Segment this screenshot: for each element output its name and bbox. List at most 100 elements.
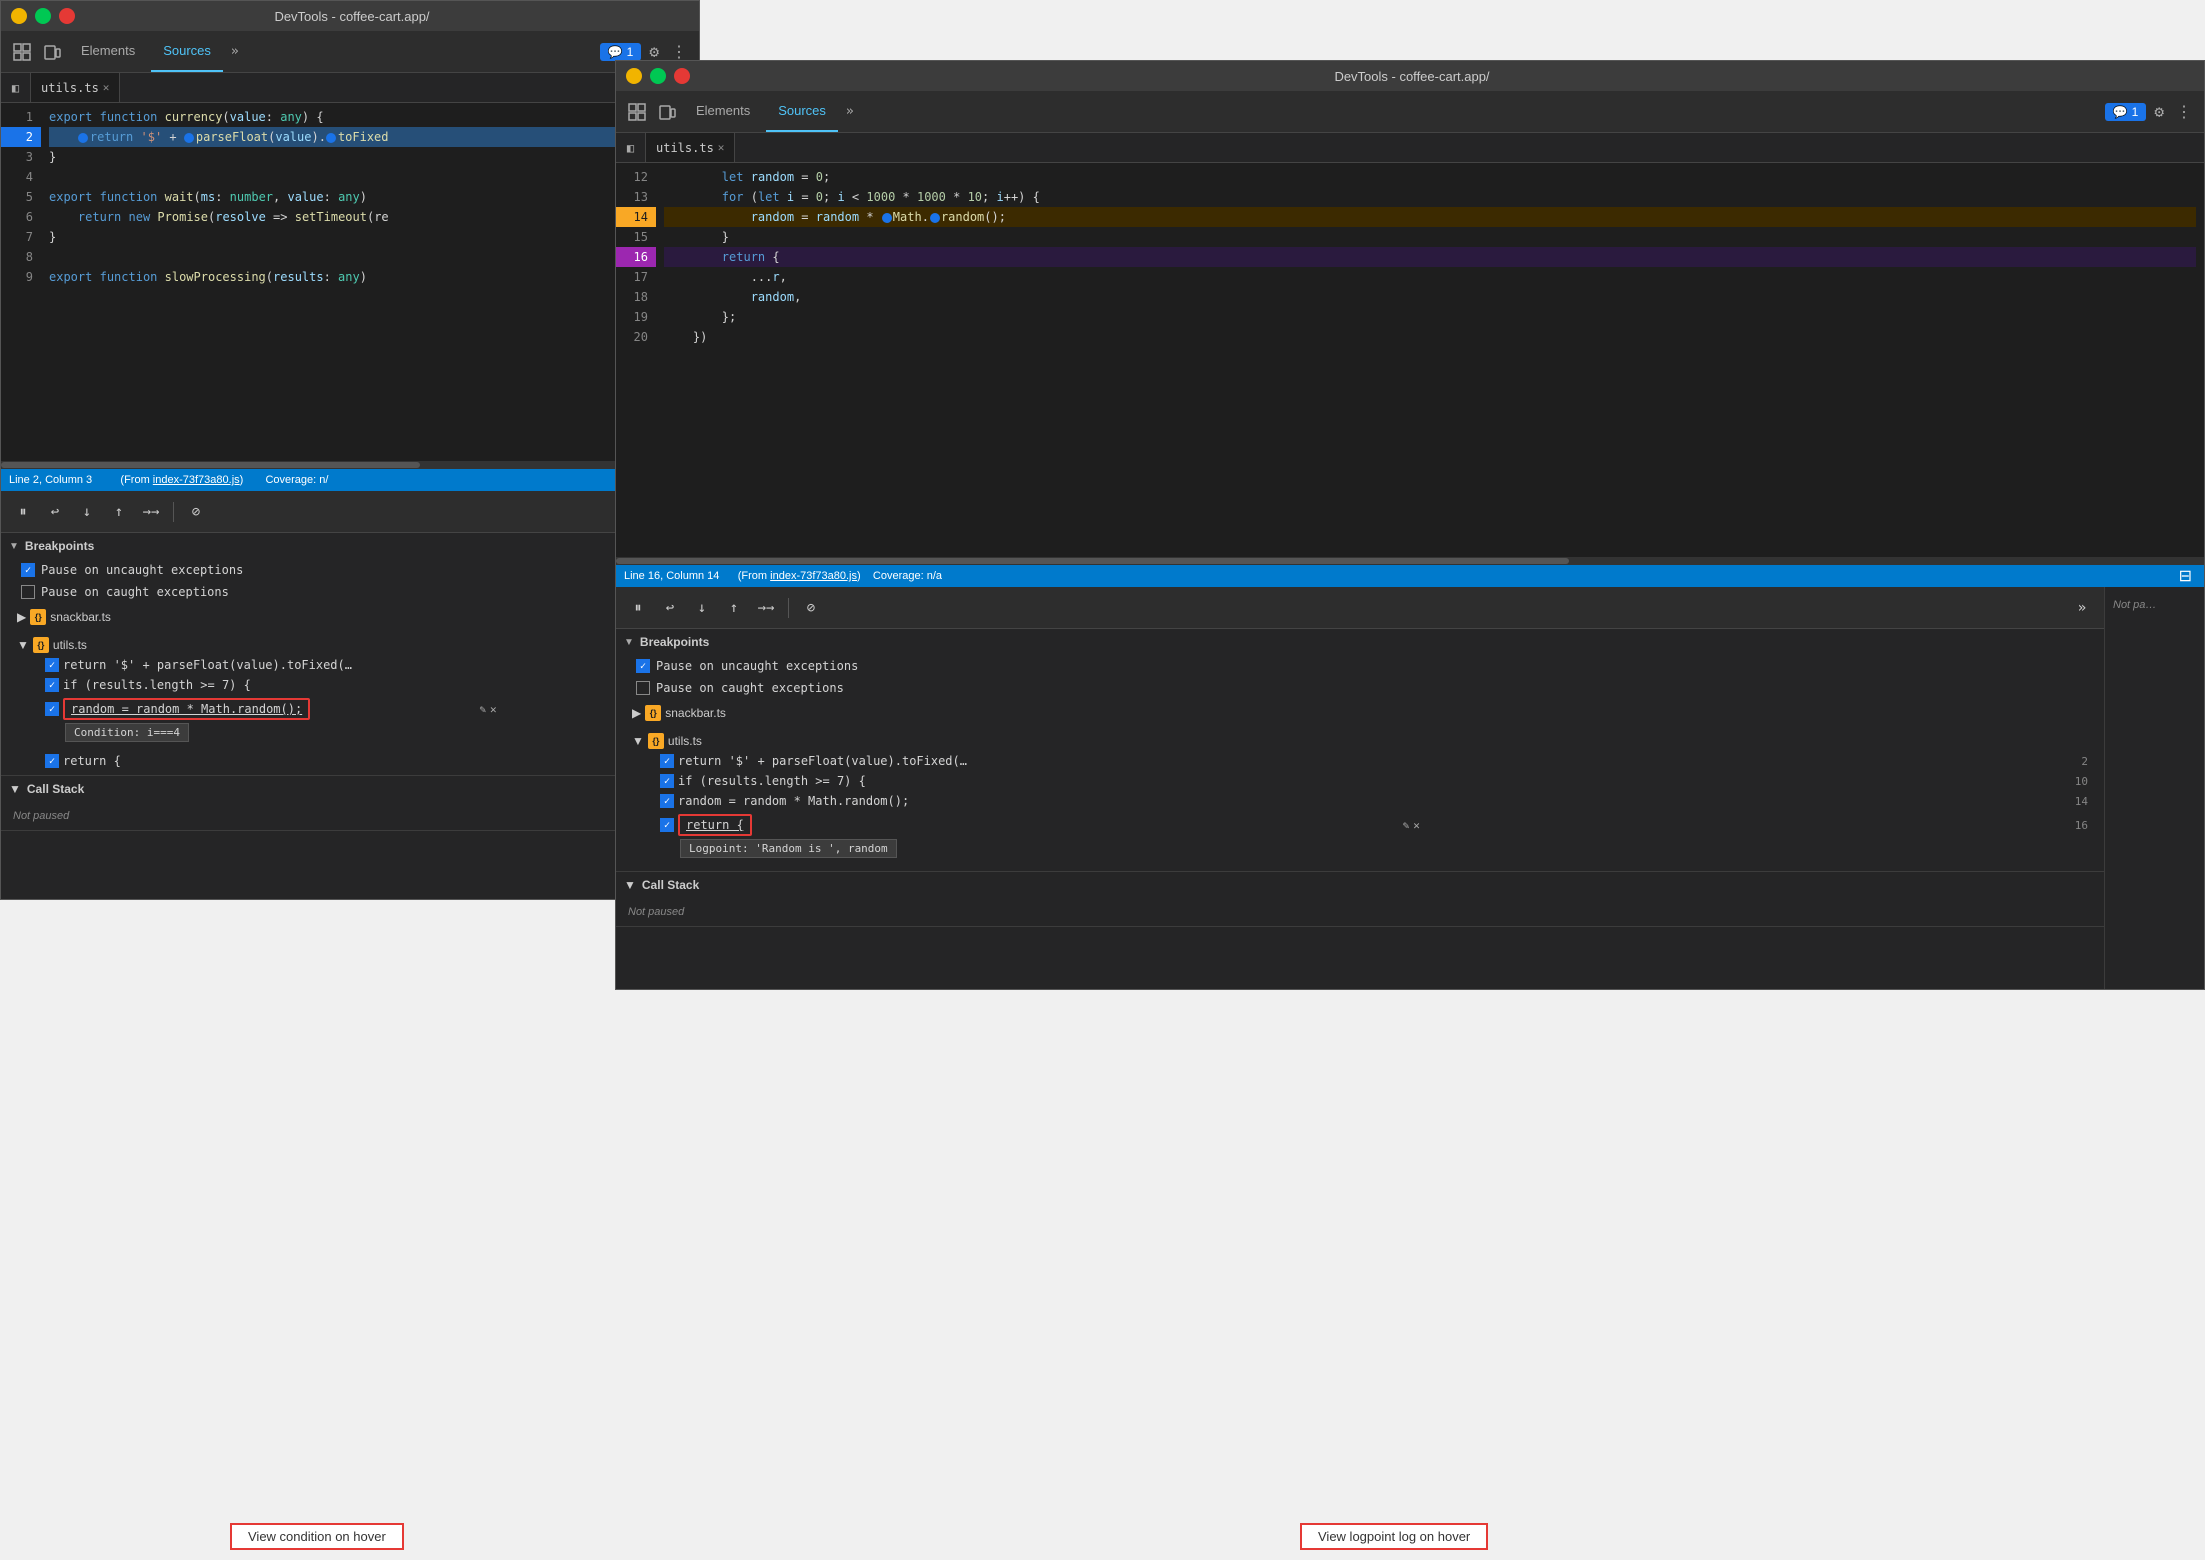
right-step-out-button[interactable]: ↑ (720, 594, 748, 622)
tab-elements[interactable]: Elements (69, 31, 147, 72)
left-status-bar: Line 2, Column 3 (From index-73f73a80.js… (1, 469, 699, 491)
right-tab-elements[interactable]: Elements (684, 91, 762, 132)
tab-sources[interactable]: Sources (151, 31, 223, 72)
right-maximize-button[interactable] (650, 68, 666, 84)
left-sidebar-panel[interactable]: ▼ Breakpoints Pause on uncaught exceptio… (1, 533, 699, 899)
right-edit-bp-icon[interactable]: ✎ (1403, 819, 1410, 832)
deactivate-breakpoints-button[interactable]: ⊘ (182, 498, 210, 526)
right-titlebar: DevTools - coffee-cart.app/ (616, 61, 2204, 91)
right-utils-filename: utils.ts (668, 734, 702, 748)
right-file-tab-utils[interactable]: utils.ts ✕ (646, 133, 735, 162)
pause-uncaught-checkbox[interactable] (21, 563, 35, 577)
snackbar-group-header[interactable]: ▶ {} snackbar.ts (17, 607, 691, 627)
bp-3-checkbox[interactable] (45, 702, 59, 716)
right-tab-sources[interactable]: Sources (766, 91, 838, 132)
right-bp-2-checkbox[interactable] (660, 774, 674, 788)
right-code-line-16: return { (664, 247, 2196, 267)
right-settings-icon[interactable]: ⚙ (2150, 100, 2168, 123)
right-call-stack-header[interactable]: ▼ Call Stack (616, 872, 2104, 898)
code-line-4 (49, 167, 691, 187)
right-snackbar-group-header[interactable]: ▶ {} snackbar.ts (632, 703, 2096, 723)
file-tab-utils[interactable]: utils.ts ✕ (31, 73, 120, 102)
right-bp-2-code: if (results.length >= 7) { (678, 774, 866, 788)
right-debugger-toolbar: ⏸ ↩ ↓ ↑ →→ ⊘ » (616, 587, 2104, 629)
pause-caught-item: Pause on caught exceptions (1, 581, 699, 603)
bp-2-checkbox[interactable] (45, 678, 59, 692)
bp-4-checkbox[interactable] (45, 754, 59, 768)
right-code-line-15: } (664, 227, 2196, 247)
right-bp-3-line: 14 (2075, 795, 2088, 808)
minimize-button[interactable] (11, 8, 27, 24)
edit-bp-icon[interactable]: ✎ (479, 703, 486, 716)
delete-bp-icon[interactable]: ✕ (490, 703, 497, 716)
right-minimize-button[interactable] (626, 68, 642, 84)
more-tabs-icon[interactable]: » (227, 44, 243, 59)
step-out-button[interactable]: ↑ (105, 498, 133, 526)
step-continue-button[interactable]: →→ (137, 498, 165, 526)
snackbar-group: ▶ {} snackbar.ts (1, 603, 699, 631)
close-button[interactable] (59, 8, 75, 24)
cursor-position: Line 2, Column 3 (9, 474, 92, 486)
close-tab-icon[interactable]: ✕ (103, 81, 110, 94)
right-code-content[interactable]: let random = 0; for (let i = 0; i < 1000… (656, 163, 2204, 557)
right-device-icon[interactable] (654, 99, 680, 125)
right-close-tab-icon[interactable]: ✕ (718, 141, 725, 154)
right-deactivate-bp-button[interactable]: ⊘ (797, 594, 825, 622)
right-code-line-19: }; (664, 307, 2196, 327)
right-utils-group-header[interactable]: ▼ {} utils.ts (632, 731, 2096, 751)
right-sidebar-panel[interactable]: ▼ Breakpoints Pause on uncaught exceptio… (616, 629, 2104, 989)
right-bp-4-line: 16 (2075, 819, 2088, 832)
left-tab-bar: Elements Sources » 💬 1 ⚙ ⋮ (1, 31, 699, 73)
call-stack-expand-icon: ▼ (9, 782, 21, 796)
code-line-3: } (49, 147, 691, 167)
right-chat-badge-button[interactable]: 💬 1 (2105, 103, 2147, 121)
chat-badge-button[interactable]: 💬 1 (600, 43, 642, 61)
inspect-icon[interactable] (9, 39, 35, 65)
right-breakpoints-header[interactable]: ▼ Breakpoints (616, 629, 2104, 655)
sidebar-toggle-icon[interactable]: ◧ (1, 73, 31, 103)
right-step-continue-button[interactable]: →→ (752, 594, 780, 622)
right-close-button[interactable] (674, 68, 690, 84)
right-dock-icon[interactable]: ⊟ (2175, 564, 2196, 588)
coverage-info: Coverage: n/ (265, 474, 328, 486)
right-bp-1-checkbox[interactable] (660, 754, 674, 768)
right-pause-uncaught-checkbox[interactable] (636, 659, 650, 673)
breakpoints-header[interactable]: ▼ Breakpoints (1, 533, 699, 559)
right-more-options-button[interactable]: » (2068, 594, 2096, 622)
right-delete-bp-icon[interactable]: ✕ (1413, 819, 1420, 832)
right-bp-4-checkbox[interactable] (660, 818, 674, 832)
right-source-map-link[interactable]: index-73f73a80.js (770, 570, 857, 582)
bp-1-checkbox[interactable] (45, 658, 59, 672)
right-menu-icon[interactable]: ⋮ (2172, 100, 2196, 123)
left-file-tabs: ◧ utils.ts ✕ (1, 73, 699, 103)
right-inspect-icon[interactable] (624, 99, 650, 125)
right-more-tabs-icon[interactable]: » (842, 104, 858, 119)
toolbar-separator (173, 502, 174, 522)
utils-group-header[interactable]: ▼ {} utils.ts (17, 635, 691, 655)
right-step-into-button[interactable]: ↓ (688, 594, 716, 622)
pause-uncaught-label: Pause on uncaught exceptions (41, 563, 243, 577)
right-step-over-button[interactable]: ↩ (656, 594, 684, 622)
source-map-link[interactable]: index-73f73a80.js (153, 474, 240, 486)
right-pause-caught-checkbox[interactable] (636, 681, 650, 695)
left-code-content[interactable]: export function currency(value: any) { r… (41, 103, 699, 461)
device-icon[interactable] (39, 39, 65, 65)
step-over-button[interactable]: ↩ (41, 498, 69, 526)
right-call-stack-label: Call Stack (642, 878, 699, 892)
right-pause-resume-button[interactable]: ⏸ (624, 594, 652, 622)
step-into-button[interactable]: ↓ (73, 498, 101, 526)
bp-item-4: return { 16 (17, 751, 691, 771)
left-horizontal-scrollbar[interactable] (1, 461, 699, 469)
right-sidebar-toggle-icon[interactable]: ◧ (616, 133, 646, 163)
pause-caught-checkbox[interactable] (21, 585, 35, 599)
call-stack-header[interactable]: ▼ Call Stack (1, 776, 699, 802)
call-stack-section: ▼ Call Stack Not paused (1, 776, 699, 831)
pause-uncaught-item: Pause on uncaught exceptions (1, 559, 699, 581)
pause-resume-button[interactable]: ⏸ (9, 498, 37, 526)
right-code-line-17: ...r, (664, 267, 2196, 287)
right-bp-3-checkbox[interactable] (660, 794, 674, 808)
right-bp-item-1: return '$' + parseFloat(value).toFixed(…… (632, 751, 2096, 771)
right-horizontal-scrollbar[interactable] (616, 557, 2204, 565)
maximize-button[interactable] (35, 8, 51, 24)
right-tab-bar: Elements Sources » 💬 1 ⚙ ⋮ (616, 91, 2204, 133)
